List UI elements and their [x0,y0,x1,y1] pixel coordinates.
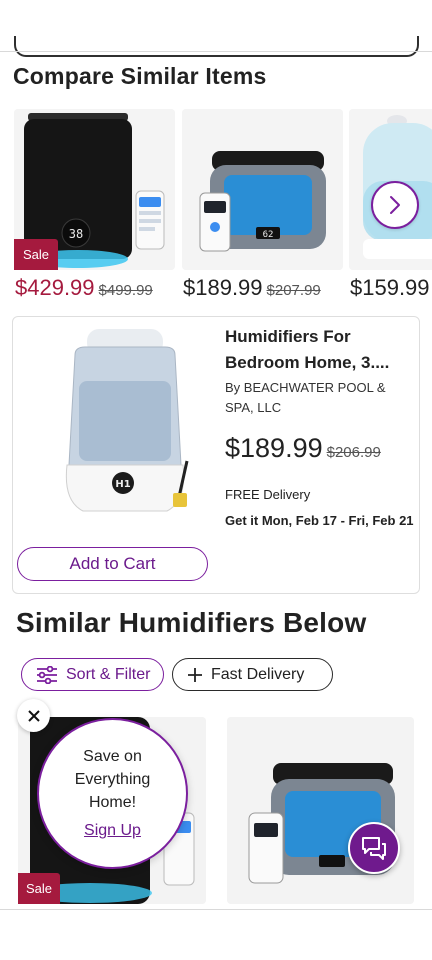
sliders-icon [36,665,58,684]
sort-filter-label: Sort & Filter [66,665,151,683]
promo-line: Everything [74,771,151,788]
sale-price: $429.99 [15,275,95,300]
similar-heading: Similar Humidifiers Below [16,607,367,638]
chat-icon [360,835,388,861]
header-divider [0,51,432,52]
carousel-next-button[interactable] [371,181,419,229]
price-block: $159.99 [350,275,430,301]
sale-badge: Sale [14,239,59,270]
product-card: H1 Humidifiers For Bedroom Home, 3.... B… [12,316,420,594]
sort-filter-button[interactable]: Sort & Filter [21,658,164,691]
price: $159.99 [350,275,430,300]
compare-heading: Compare Similar Items [13,63,267,89]
fast-delivery-label: Fast Delivery [211,665,305,683]
promo-close-button[interactable] [17,699,50,732]
plus-icon [187,667,203,683]
compare-item-1[interactable]: 38 Sale $429.99 $499.99 [14,109,175,304]
footer-divider [0,909,432,910]
price-block: $189.99 $207.99 [183,275,321,301]
was-price: $499.99 [98,282,153,299]
compare-item-2[interactable]: 62 $189.99 $207.99 [182,109,343,304]
product-brand[interactable]: By BEACHWATER POOL & SPA, LLC [225,378,405,418]
fast-delivery-button[interactable]: Fast Delivery [172,658,333,691]
add-to-cart-button[interactable]: Add to Cart [17,547,208,581]
humidifier-display-readout: H1 [115,479,130,490]
promo-line: Home! [88,794,137,811]
was-price: $206.99 [326,444,381,461]
price-block: $429.99 $499.99 [15,275,153,301]
product-image[interactable]: 62 [182,109,343,270]
delivery-info: FREE Delivery [225,487,311,502]
promo-message: Save on Everything Home! [39,745,186,814]
search-bar-bottom-edge [14,36,419,57]
close-icon [27,709,40,722]
delivery-date: Get it Mon, Feb 17 - Fri, Feb 21 [225,513,414,528]
sale-badge: Sale [18,873,61,904]
price: $189.99 [183,275,263,300]
sign-up-link[interactable]: Sign Up [39,822,186,840]
was-price: $207.99 [266,282,321,299]
product-title[interactable]: Humidifiers For Bedroom Home, 3.... [225,324,415,376]
promo-popup[interactable]: Save on Everything Home! Sign Up [37,718,188,869]
chevron-right-icon [387,195,403,215]
compare-carousel: 38 Sale $429.99 $499.99 62 $189.99 $207.… [14,109,432,304]
price: $189.99 [225,433,323,463]
price-block: $189.99 $206.99 [225,433,381,464]
grid-product-2[interactable] [227,717,414,904]
humidifier-display-readout: 38 [69,227,83,241]
chat-button[interactable] [348,822,400,874]
product-image[interactable]: H1 [27,321,213,521]
promo-line: Save on [83,748,142,765]
humidifier-display-readout: 62 [263,230,274,240]
